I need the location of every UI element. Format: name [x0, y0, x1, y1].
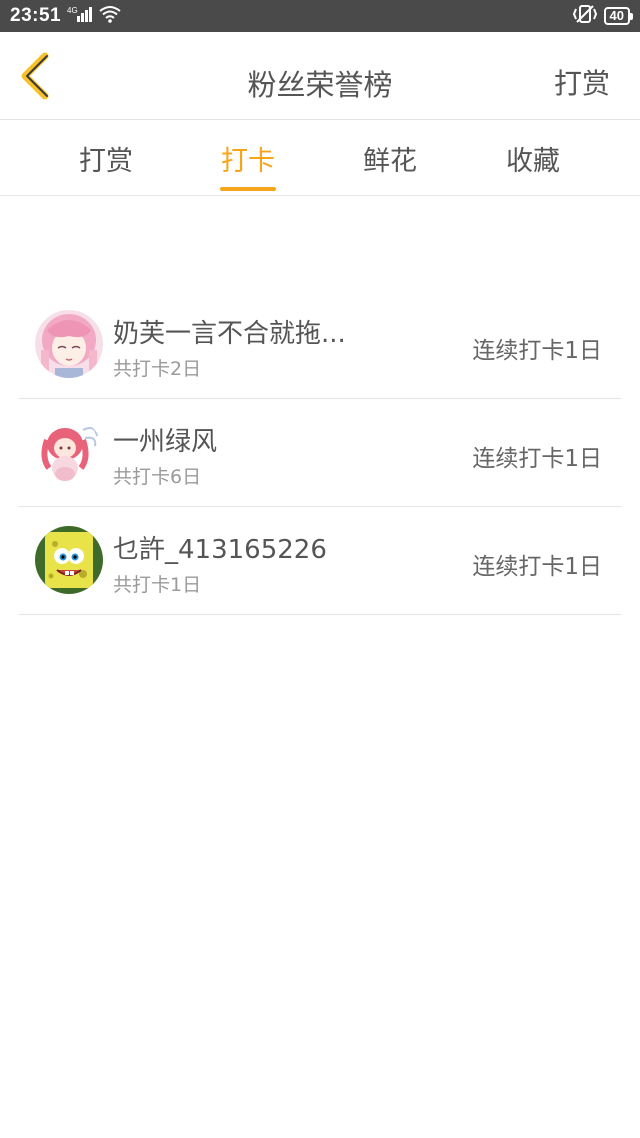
tab-bar: 打赏 打卡 鲜花 收藏 [0, 121, 640, 196]
list-item[interactable]: 乜許_413165226 共打卡1日 连续打卡1日 [18, 507, 622, 615]
tab-label: 打赏 [79, 145, 133, 177]
wifi-icon [99, 5, 121, 28]
anime-girl-red-hair-avatar-icon [35, 418, 103, 486]
fan-total-checkins: 共打卡2日 [113, 358, 202, 380]
status-bar: 23:51 4G 40 [0, 0, 640, 32]
tab-favorites[interactable]: 收藏 [463, 121, 603, 195]
fan-name: 一州绿风 [113, 427, 218, 457]
tab-label: 打卡 [221, 145, 275, 177]
tab-label: 鲜花 [363, 145, 417, 177]
tab-label: 收藏 [506, 145, 560, 177]
fan-total-checkins: 共打卡6日 [113, 466, 202, 488]
status-right: 40 [572, 4, 634, 29]
fan-list: 奶芙一言不合就拖... 共打卡2日 连续打卡1日 一州绿风 共打卡6日 连续打卡… [18, 291, 622, 615]
fan-streak: 连续打卡1日 [472, 554, 602, 580]
fan-name: 奶芙一言不合就拖... [113, 319, 346, 349]
avatar [35, 310, 103, 378]
list-item[interactable]: 奶芙一言不合就拖... 共打卡2日 连续打卡1日 [18, 291, 622, 399]
avatar [35, 526, 103, 594]
battery-indicator: 40 [603, 7, 634, 25]
vibrate-icon [572, 4, 598, 29]
status-time: 23:51 [10, 5, 62, 26]
reward-button[interactable]: 打赏 [554, 62, 610, 102]
tab-reward[interactable]: 打赏 [36, 121, 176, 195]
tab-checkin[interactable]: 打卡 [178, 121, 318, 195]
fan-streak: 连续打卡1日 [472, 338, 602, 364]
signal-icon: 4G [67, 5, 93, 28]
network-type-label: 4G [67, 6, 78, 15]
app-header: 粉丝荣誉榜 打赏 [0, 32, 640, 120]
spongebob-avatar-icon [35, 526, 103, 594]
page-title: 粉丝荣誉榜 [247, 68, 393, 102]
anime-girl-pink-avatar-icon [35, 310, 103, 378]
fan-total-checkins: 共打卡1日 [113, 574, 202, 596]
fan-name: 乜許_413165226 [113, 535, 327, 565]
tab-flowers[interactable]: 鲜花 [320, 121, 460, 195]
active-tab-indicator [220, 187, 276, 191]
list-item[interactable]: 一州绿风 共打卡6日 连续打卡1日 [18, 399, 622, 507]
fan-streak: 连续打卡1日 [472, 446, 602, 472]
status-left: 23:51 4G [10, 5, 121, 28]
avatar [35, 418, 103, 486]
